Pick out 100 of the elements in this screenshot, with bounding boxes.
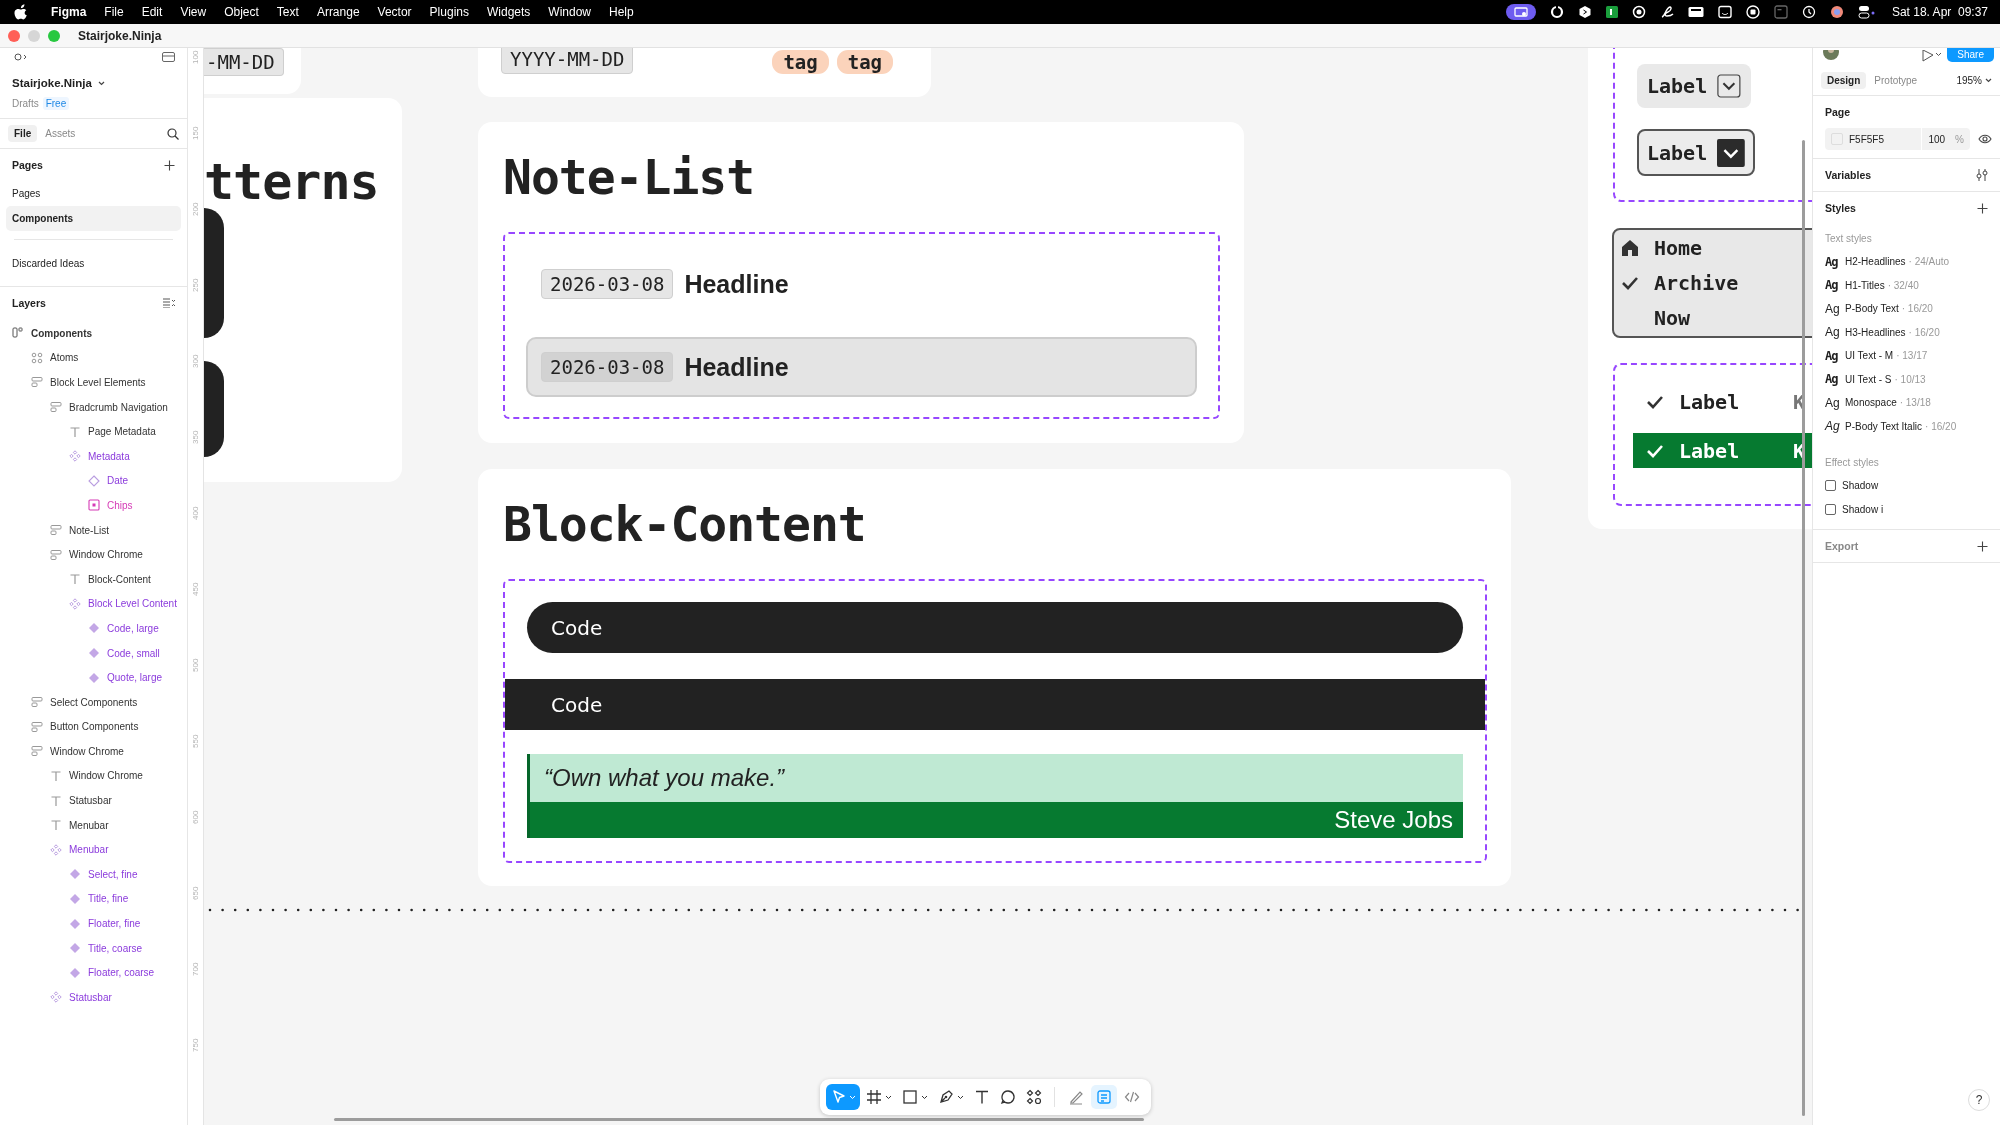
text-style-item[interactable]: Ag H2-Headlines · 24/Auto bbox=[1813, 250, 2000, 274]
search-icon[interactable] bbox=[167, 127, 179, 140]
layer-item[interactable]: Quote, large bbox=[107, 672, 163, 684]
page-item[interactable]: Pages bbox=[6, 181, 181, 206]
chevron-down-icon bbox=[921, 1094, 928, 1100]
menu-item[interactable]: Widgets bbox=[477, 5, 540, 19]
style-spec: · 13/18 bbox=[1899, 397, 1931, 409]
add-style-icon[interactable] bbox=[1977, 202, 1988, 214]
stop-circle-icon[interactable] bbox=[1745, 5, 1760, 19]
hexagon-icon[interactable] bbox=[1577, 5, 1592, 19]
calendar-icon[interactable] bbox=[1717, 5, 1732, 19]
add-export-icon[interactable] bbox=[1977, 540, 1988, 552]
keyboard-icon[interactable] bbox=[1687, 6, 1704, 18]
menu-item[interactable]: Arrange bbox=[307, 5, 369, 19]
text-style-item[interactable]: Ag P-Body Text Italic · 16/20 bbox=[1813, 414, 2000, 438]
eye-icon[interactable] bbox=[1978, 134, 1992, 144]
text-style-item[interactable]: Ag Monospace · 13/18 bbox=[1813, 391, 2000, 415]
menu-item[interactable]: Help bbox=[600, 5, 643, 19]
menu-item[interactable]: Now bbox=[1654, 306, 1691, 330]
layer-item[interactable]: Floater, coarse bbox=[88, 967, 155, 979]
layer-item[interactable]: Window Chrome bbox=[50, 745, 124, 757]
layer-item[interactable]: Title, coarse bbox=[88, 942, 143, 954]
avatar-icon[interactable] bbox=[1823, 50, 1839, 62]
scribble-icon[interactable] bbox=[1659, 5, 1674, 19]
layer-item[interactable]: Metadata bbox=[88, 450, 130, 462]
text-style-item[interactable]: Ag P-Body Text · 16/20 bbox=[1813, 297, 2000, 321]
menu-item[interactable]: Window bbox=[539, 5, 600, 19]
note-row[interactable]: 2026-03-08 Headline bbox=[526, 337, 1197, 397]
menu-item[interactable]: Text bbox=[267, 5, 308, 19]
layer-item[interactable]: Menubar bbox=[69, 819, 109, 831]
layer-item[interactable]: Statusbar bbox=[69, 795, 112, 807]
layer-item[interactable]: Date bbox=[107, 475, 129, 487]
close-button[interactable] bbox=[8, 29, 20, 42]
panel-tab[interactable]: Assets bbox=[39, 125, 82, 142]
zoom-level[interactable]: 195% bbox=[1956, 75, 1982, 86]
color-wheel-icon[interactable] bbox=[1829, 5, 1844, 19]
stack-icon bbox=[31, 720, 43, 733]
menu-item[interactable]: Object bbox=[215, 5, 268, 19]
layer-item[interactable]: Block-Content bbox=[88, 573, 151, 585]
text-style-item[interactable]: Ag UI Text - S · 10/13 bbox=[1813, 367, 2000, 391]
layer-item[interactable]: Code, small bbox=[107, 647, 160, 659]
layer-item[interactable]: Window Chrome bbox=[69, 549, 143, 561]
effect-style-item[interactable]: Shadow i bbox=[1842, 503, 1884, 515]
power-ring-icon[interactable] bbox=[1549, 5, 1564, 19]
app-menu[interactable]: Figma bbox=[42, 5, 96, 19]
text-icon bbox=[69, 425, 81, 438]
panel-tab[interactable]: Prototype bbox=[1868, 72, 1924, 89]
layer-item[interactable]: Menubar bbox=[69, 844, 109, 856]
toggles-icon[interactable] bbox=[1857, 5, 1876, 19]
text-style-item[interactable]: Ag H1-Titles · 32/40 bbox=[1813, 273, 2000, 297]
file-name[interactable]: Stairjoke.Ninja bbox=[12, 77, 92, 89]
menu-item[interactable]: View bbox=[171, 5, 216, 19]
page-item[interactable]: Components bbox=[6, 206, 181, 231]
menu-item[interactable]: Vector bbox=[368, 5, 421, 19]
page-item[interactable]: Discarded Ideas bbox=[6, 251, 181, 276]
layer-item[interactable]: Block Level Elements bbox=[50, 377, 146, 388]
effect-style-item[interactable]: Shadow bbox=[1842, 480, 1879, 492]
layer-item[interactable]: Floater, fine bbox=[88, 918, 141, 930]
menu-item[interactable]: Edit bbox=[132, 5, 172, 19]
layer-item[interactable]: Code, large bbox=[107, 622, 159, 634]
collapse-list-icon[interactable] bbox=[163, 298, 175, 308]
apple-icon[interactable] bbox=[14, 4, 28, 20]
sliders-icon[interactable] bbox=[1976, 169, 1988, 181]
layer-item[interactable]: Title, fine bbox=[88, 893, 129, 905]
panel-tab[interactable]: File bbox=[8, 125, 38, 142]
chevron-down-icon bbox=[885, 1094, 892, 1100]
select-control[interactable]: Label bbox=[1637, 129, 1755, 176]
scrollbar-thumb[interactable] bbox=[334, 1118, 1144, 1121]
layer-item[interactable]: Atoms bbox=[50, 352, 79, 364]
ring-icon[interactable] bbox=[1631, 5, 1646, 19]
layer-item[interactable]: Note-List bbox=[69, 524, 109, 536]
layer-item[interactable]: Block Level Content bbox=[88, 598, 177, 610]
layer-item[interactable]: Chips bbox=[107, 499, 133, 511]
select-control[interactable]: Label bbox=[1637, 64, 1751, 108]
square-app-icon[interactable] bbox=[1605, 6, 1618, 18]
help-button[interactable]: ? bbox=[1968, 1089, 1990, 1111]
menu-item[interactable]: Plugins bbox=[420, 5, 478, 19]
screen-share-icon[interactable] bbox=[1505, 4, 1536, 20]
text-style-item[interactable]: Ag H3-Headlines · 16/20 bbox=[1813, 320, 2000, 344]
scrollbar-thumb[interactable] bbox=[1802, 140, 1805, 1116]
panel-tab[interactable]: Design bbox=[1821, 72, 1867, 89]
layer-item[interactable]: Select, fine bbox=[88, 868, 138, 880]
layer-item[interactable]: Components bbox=[31, 327, 93, 339]
add-page-icon[interactable] bbox=[164, 159, 175, 171]
play-icon[interactable] bbox=[1921, 50, 1944, 62]
sidebar-toggle-icon[interactable] bbox=[162, 52, 175, 62]
layer-item[interactable]: Page Metadata bbox=[88, 426, 156, 438]
menu-item[interactable]: File bbox=[95, 5, 133, 19]
terminal-icon[interactable] bbox=[1773, 5, 1788, 19]
layer-item[interactable]: Window Chrome bbox=[69, 770, 143, 782]
text-style-item[interactable]: Ag UI Text - M · 13/17 bbox=[1813, 344, 2000, 368]
layer-item[interactable]: Statusbar bbox=[69, 991, 112, 1003]
layer-item[interactable]: Button Components bbox=[50, 721, 139, 733]
color-field[interactable]: F5F5F5 100 % bbox=[1825, 128, 1970, 150]
layer-item[interactable]: Select Components bbox=[50, 696, 138, 708]
clock-icon[interactable] bbox=[1801, 5, 1816, 19]
note-row[interactable]: 2026-03-08 Headline bbox=[526, 254, 1197, 314]
menu-item[interactable]: Archive bbox=[1654, 271, 1739, 295]
menu-item[interactable]: Home bbox=[1654, 236, 1703, 260]
layer-item[interactable]: Bradcrumb Navigation bbox=[69, 401, 168, 413]
